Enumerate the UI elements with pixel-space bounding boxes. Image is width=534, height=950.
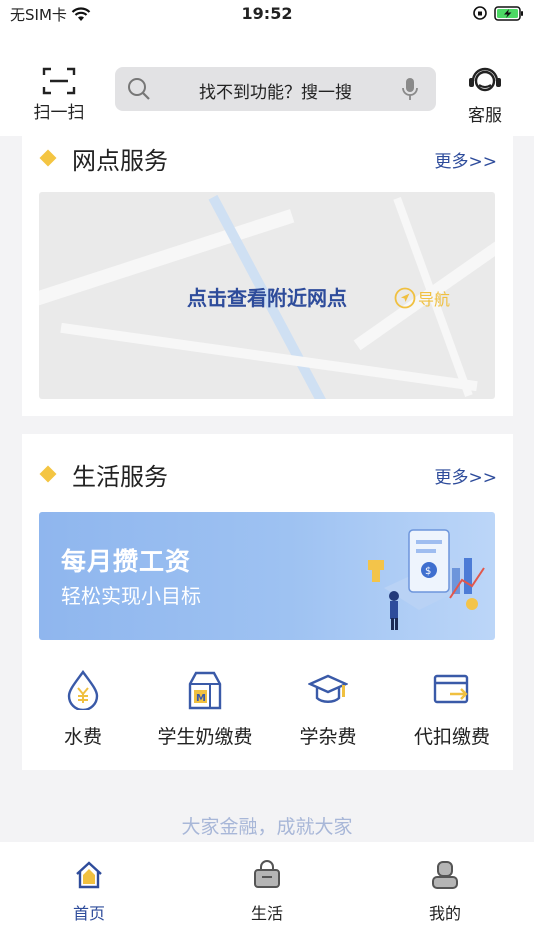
tuition-fee-item[interactable]: 学杂费: [267, 670, 389, 749]
branch-more-link[interactable]: 更多>>: [435, 147, 498, 172]
tab-home[interactable]: 首页: [39, 860, 139, 924]
scan-icon: [42, 67, 76, 95]
shopping-bag-icon: [254, 860, 280, 888]
life-section-header: 生活服务 更多>>: [22, 434, 513, 491]
tab-life-label: 生活: [250, 904, 283, 923]
milk-carton-icon: M: [188, 671, 222, 710]
navigation-label: 导航: [418, 290, 451, 309]
banner-illustration: $: [368, 529, 485, 630]
bottom-tab-bar: 首页 生活 我的: [0, 842, 534, 950]
microphone-icon[interactable]: [401, 77, 419, 101]
water-drop-yuan-icon: [67, 670, 99, 710]
search-placeholder: 找不到功能？搜一搜: [199, 83, 352, 103]
life-service-card: 生活服务 更多>> 每月攒工资 轻松实现小目标 $ 水费 M 学生奶缴费 学杂费…: [22, 434, 513, 770]
scan-label: 扫一扫: [33, 103, 85, 123]
clock: 19:52: [241, 4, 293, 23]
water-fee-item[interactable]: 水费: [22, 670, 144, 749]
diamond-bullet-icon: [39, 149, 57, 167]
water-fee-label: 水费: [63, 726, 102, 748]
section-title: 生活服务: [72, 463, 168, 491]
branch-section-header: 网点服务 更多>>: [22, 136, 513, 182]
nearby-branches-map[interactable]: 点击查看附近网点 导航: [39, 192, 495, 399]
battery-charging-icon: [494, 5, 523, 21]
tab-mine-label: 我的: [428, 904, 461, 923]
customer-service-label: 客服: [468, 106, 502, 126]
branch-service-card: 网点服务 更多>> 点击查看附近网点 导航: [22, 136, 513, 416]
svg-text:M: M: [196, 693, 206, 704]
user-profile-icon: [432, 861, 458, 889]
life-more-link[interactable]: 更多>>: [435, 463, 498, 488]
student-milk-fee-item[interactable]: M 学生奶缴费: [144, 670, 266, 749]
tab-life[interactable]: 生活: [217, 860, 317, 924]
status-bar: 无SIM卡 19:52: [0, 0, 534, 30]
svg-text:$: $: [425, 566, 431, 577]
orientation-lock-icon: [473, 6, 487, 20]
tab-home-label: 首页: [72, 904, 105, 923]
map-road: [60, 322, 478, 392]
navigation-arrow-icon: [394, 287, 416, 309]
card-transfer-icon: [433, 674, 469, 704]
student-milk-fee-label: 学生奶缴费: [157, 726, 253, 748]
tab-mine[interactable]: 我的: [395, 860, 495, 924]
home-icon: [76, 861, 102, 889]
customer-service-button[interactable]: 客服: [458, 64, 512, 126]
auto-debit-payment-label: 代扣缴费: [413, 726, 490, 748]
slogan: 大家金融，成就大家: [181, 816, 353, 838]
tuition-fee-label: 学杂费: [299, 726, 357, 748]
life-services-grid: 水费 M 学生奶缴费 学杂费 代扣缴费: [22, 670, 513, 750]
top-header: 扫一扫 找不到功能？搜一搜 客服: [0, 30, 534, 136]
diamond-bullet-icon: [39, 465, 57, 483]
auto-debit-payment-item[interactable]: 代扣缴费: [391, 670, 513, 749]
savings-promo-banner[interactable]: 每月攒工资 轻松实现小目标 $: [39, 512, 495, 640]
search-bar[interactable]: 找不到功能？搜一搜: [115, 67, 436, 111]
headset-icon: [469, 67, 501, 92]
navigation-button[interactable]: 导航: [394, 286, 450, 310]
banner-title: 每月攒工资: [61, 547, 192, 576]
graduation-cap-icon: [308, 674, 348, 703]
section-title: 网点服务: [72, 147, 168, 175]
banner-subtitle: 轻松实现小目标: [61, 584, 201, 608]
scan-button[interactable]: 扫一扫: [28, 66, 90, 123]
